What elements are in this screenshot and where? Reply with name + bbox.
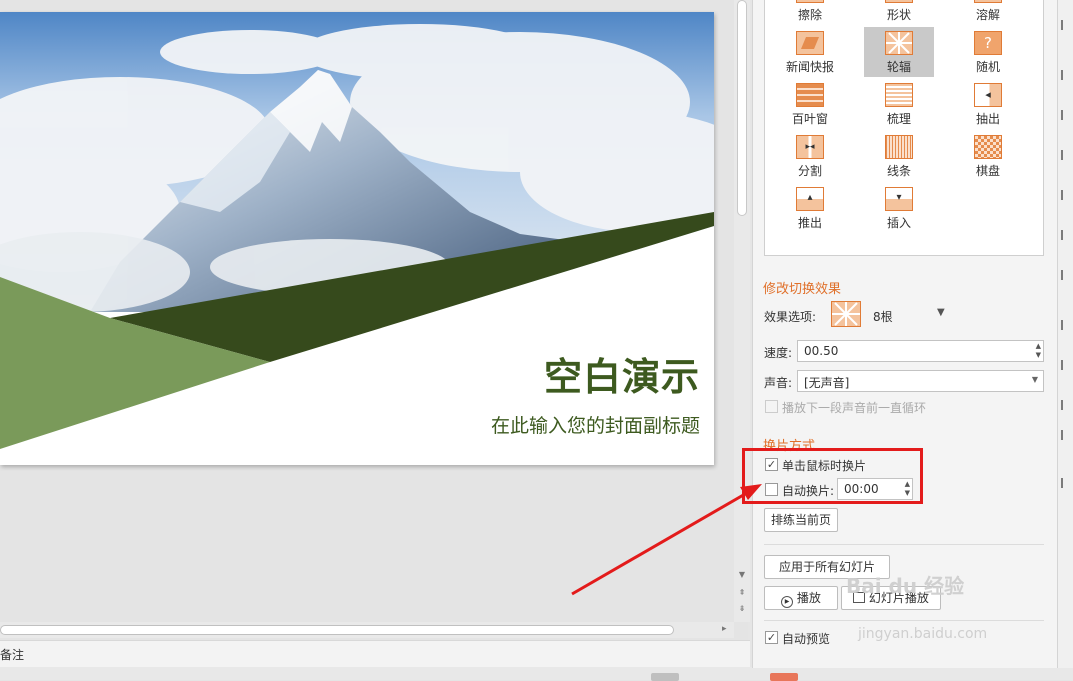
effect-label: 百叶窗 <box>791 112 828 126</box>
effect-option-label: 效果选项: <box>764 310 817 324</box>
effect-label: 形状 <box>886 8 911 22</box>
toolbar-icon[interactable] <box>1061 230 1071 240</box>
loop-sound-checkbox[interactable] <box>765 400 778 413</box>
sound-select[interactable]: [无声音] ▼ <box>797 370 1044 392</box>
status-bar <box>0 667 1073 680</box>
divider <box>764 544 1044 545</box>
effect-label: 新闻快报 <box>785 60 834 74</box>
auto-preview-checkbox[interactable]: ✓ <box>765 631 778 644</box>
sound-label: 声音: <box>764 376 793 390</box>
split-icon: ▸◂ <box>796 135 824 159</box>
toolbar-icon[interactable] <box>1061 110 1071 120</box>
effect-dissolve[interactable]: 溶解 <box>953 0 1023 25</box>
rehearse-button[interactable]: 排练当前页 <box>764 508 838 532</box>
toolbar-icon[interactable] <box>1061 270 1071 280</box>
wheel-icon <box>885 31 913 55</box>
transition-effects-gallery: 擦除 形状 溶解 新闻快报 轮辐 ? 随机 百叶窗 梳理 ◂ 抽出 ▸◂ 分割 … <box>764 0 1044 256</box>
shape-icon <box>885 0 913 3</box>
newsflash-icon <box>796 31 824 55</box>
wipe-icon <box>796 0 824 3</box>
effect-option-wheel-icon[interactable] <box>831 301 861 327</box>
baidu-watermark-url: jingyan.baidu.com <box>858 626 988 642</box>
slide-title[interactable]: 空白演示 <box>544 346 700 401</box>
modify-section-title: 修改切换效果 <box>763 282 842 297</box>
prev-slide-icon[interactable]: ⇞ <box>737 588 747 598</box>
effect-label: 棋盘 <box>975 164 1000 178</box>
speed-value: 00.50 <box>804 344 839 358</box>
effect-wheel[interactable]: 轮辐 <box>864 27 934 77</box>
toolbar-icon[interactable] <box>1061 430 1071 440</box>
effect-label: 抽出 <box>975 112 1000 126</box>
toolbar-icon[interactable] <box>1061 360 1071 370</box>
effect-blinds[interactable]: 百叶窗 <box>775 79 845 129</box>
effect-option-dropdown-icon[interactable]: ▼ <box>937 307 945 318</box>
effect-label: 分割 <box>797 164 822 178</box>
effect-checkerboard[interactable]: 棋盘 <box>953 131 1023 181</box>
toolbar-icon[interactable] <box>1061 190 1071 200</box>
effect-push[interactable]: ▴ 推出 <box>775 183 845 233</box>
slide-transition-pane: 擦除 形状 溶解 新闻快报 轮辐 ? 随机 百叶窗 梳理 ◂ 抽出 ▸◂ 分割 … <box>752 0 1057 668</box>
toolbar-icon[interactable] <box>1061 400 1071 410</box>
effect-label: 线条 <box>886 164 911 178</box>
effect-option-value: 8根 <box>873 310 893 324</box>
sound-value: [无声音] <box>804 376 850 390</box>
canvas-horizontal-scrollbar[interactable]: ▸ <box>0 622 734 638</box>
slide[interactable]: 空白演示 在此输入您的封面副标题 <box>0 12 714 465</box>
side-toolbar <box>1057 0 1073 668</box>
slide-subtitle[interactable]: 在此输入您的封面副标题 <box>491 411 700 438</box>
comb-icon <box>885 83 913 107</box>
effect-label: 推出 <box>797 216 822 230</box>
cover-icon: ▾ <box>885 187 913 211</box>
effect-lines[interactable]: 线条 <box>864 131 934 181</box>
effect-random[interactable]: ? 随机 <box>953 27 1023 77</box>
checkerboard-icon <box>974 135 1002 159</box>
push-icon: ▴ <box>796 187 824 211</box>
notes-label: 备注 <box>0 648 25 662</box>
effect-label: 随机 <box>975 60 1000 74</box>
annotation-highlight-box <box>742 448 923 504</box>
effect-cover[interactable]: ▾ 插入 <box>864 183 934 233</box>
pull-icon: ◂ <box>974 83 1002 107</box>
effect-newsflash[interactable]: 新闻快报 <box>775 27 845 77</box>
vertical-scroll-thumb[interactable] <box>737 0 747 216</box>
canvas-vertical-scrollbar[interactable]: ▼ ⇞ ⇟ <box>734 0 750 622</box>
divider <box>764 620 1044 621</box>
blinds-icon <box>796 83 824 107</box>
notes-bar[interactable]: 备注 <box>0 640 750 667</box>
effect-wipe[interactable]: 擦除 <box>775 0 845 25</box>
scroll-right-icon[interactable]: ▸ <box>722 624 727 634</box>
play-icon: ▶ <box>781 596 794 608</box>
speed-spinner-icon[interactable]: ▲ ▼ <box>1036 342 1041 360</box>
effect-pull[interactable]: ◂ 抽出 <box>953 79 1023 129</box>
speed-input[interactable]: 00.50 ▲ ▼ <box>797 340 1044 362</box>
baidu-watermark-logo: Bai du 经验 <box>846 574 965 598</box>
speed-label: 速度: <box>764 346 793 360</box>
effect-split[interactable]: ▸◂ 分割 <box>775 131 845 181</box>
toolbar-icon[interactable] <box>1061 320 1071 330</box>
toolbar-icon[interactable] <box>1061 70 1071 80</box>
slide-canvas[interactable]: 空白演示 在此输入您的封面副标题 ▼ ⇞ ⇟ ▸ <box>0 0 750 640</box>
random-icon: ? <box>974 31 1002 55</box>
horizontal-scroll-thumb[interactable] <box>0 625 674 635</box>
next-slide-icon[interactable]: ⇟ <box>737 604 747 614</box>
sound-dropdown-icon[interactable]: ▼ <box>1032 375 1038 384</box>
effect-label: 轮辐 <box>886 60 911 74</box>
effect-label: 溶解 <box>975 8 1000 22</box>
effect-label: 擦除 <box>797 8 822 22</box>
loop-sound-label: 播放下一段声音前一直循环 <box>782 401 927 415</box>
toolbar-icon[interactable] <box>1061 478 1071 488</box>
play-label: 播放 <box>796 591 821 605</box>
play-button[interactable]: ▶ 播放 <box>764 586 838 610</box>
effect-label: 梳理 <box>886 112 911 126</box>
dissolve-icon <box>974 0 1002 3</box>
auto-preview-label: 自动预览 <box>782 632 831 646</box>
toolbar-icon[interactable] <box>1061 20 1071 30</box>
lines-icon <box>885 135 913 159</box>
effect-shape[interactable]: 形状 <box>864 0 934 25</box>
toolbar-icon[interactable] <box>1061 150 1071 160</box>
scroll-down-icon[interactable]: ▼ <box>737 570 747 580</box>
effect-label: 插入 <box>886 216 911 230</box>
effect-comb[interactable]: 梳理 <box>864 79 934 129</box>
